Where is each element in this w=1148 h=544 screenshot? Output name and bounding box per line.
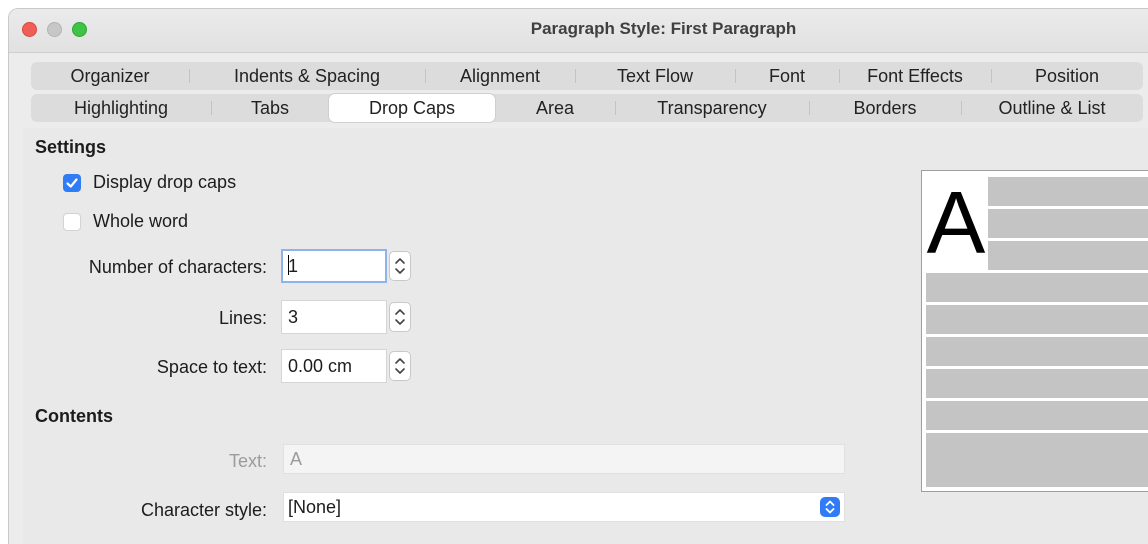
lines-stepper[interactable] <box>389 302 411 332</box>
number-of-characters-stepper[interactable] <box>389 251 411 281</box>
checkmark-icon <box>66 178 78 188</box>
lines-input[interactable]: 3 <box>281 300 387 334</box>
tab-text-flow[interactable]: Text Flow <box>575 62 735 90</box>
title-bar: Paragraph Style: First Paragraph <box>9 9 1148 53</box>
tab-font[interactable]: Font <box>735 62 839 90</box>
character-style-label: Character style: <box>140 500 267 520</box>
tab-alignment[interactable]: Alignment <box>425 62 575 90</box>
tab-borders[interactable]: Borders <box>809 94 961 122</box>
preview-line <box>926 461 1148 487</box>
character-style-select[interactable]: [None] <box>283 492 845 522</box>
number-of-characters-label: Number of characters: <box>88 257 267 277</box>
tab-drop-caps[interactable]: Drop Caps <box>329 94 495 122</box>
preview-line <box>926 433 1148 462</box>
stepper-arrows-icon <box>395 258 405 274</box>
tab-area[interactable]: Area <box>495 94 615 122</box>
preview-line <box>926 273 1148 302</box>
tab-outline-list[interactable]: Outline & List <box>961 94 1143 122</box>
tab-row-2: Highlighting Tabs Drop Caps Area Transpa… <box>31 94 1143 122</box>
tab-row-1: Organizer Indents & Spacing Alignment Te… <box>31 62 1143 90</box>
tab-indents-spacing[interactable]: Indents & Spacing <box>189 62 425 90</box>
tab-highlighting[interactable]: Highlighting <box>31 94 211 122</box>
preview-line <box>926 305 1148 334</box>
preview-line <box>988 209 1148 238</box>
preview-drop-cap-letter: A <box>924 177 988 273</box>
preview-line <box>988 177 1148 206</box>
text-label: Text: <box>228 451 267 471</box>
select-arrows-icon[interactable] <box>820 497 840 517</box>
contents-heading: Contents <box>35 406 113 426</box>
preview-line <box>988 241 1148 270</box>
paragraph-style-dialog: Paragraph Style: First Paragraph Organiz… <box>8 8 1148 544</box>
space-to-text-stepper[interactable] <box>389 351 411 381</box>
tab-font-effects[interactable]: Font Effects <box>839 62 991 90</box>
whole-word-checkbox[interactable] <box>63 213 81 231</box>
number-of-characters-input[interactable]: 1 <box>281 249 387 283</box>
window-title: Paragraph Style: First Paragraph <box>530 19 797 38</box>
drop-caps-panel: Settings Display drop caps Whole word Nu… <box>23 128 1148 544</box>
stepper-arrows-icon <box>395 358 405 374</box>
stepper-arrows-icon <box>395 309 405 325</box>
preview-line <box>926 369 1148 398</box>
tab-tabs[interactable]: Tabs <box>211 94 329 122</box>
number-of-characters-value: 1 <box>288 256 299 276</box>
character-style-value: [None] <box>288 497 342 517</box>
display-drop-caps-label[interactable]: Display drop caps <box>93 172 236 193</box>
settings-heading: Settings <box>35 137 107 157</box>
tab-position[interactable]: Position <box>991 62 1143 90</box>
tab-organizer[interactable]: Organizer <box>31 62 189 90</box>
tab-transparency[interactable]: Transparency <box>615 94 809 122</box>
drop-cap-text-input[interactable]: A <box>283 444 845 474</box>
preview-line <box>926 401 1148 430</box>
whole-word-label[interactable]: Whole word <box>93 211 188 232</box>
space-to-text-input[interactable]: 0.00 cm <box>281 349 387 383</box>
space-to-text-label: Space to text: <box>156 357 267 377</box>
display-drop-caps-checkbox[interactable] <box>63 174 81 192</box>
preview-line <box>926 337 1148 366</box>
lines-label: Lines: <box>218 308 267 328</box>
drop-caps-preview: A <box>921 170 1148 492</box>
